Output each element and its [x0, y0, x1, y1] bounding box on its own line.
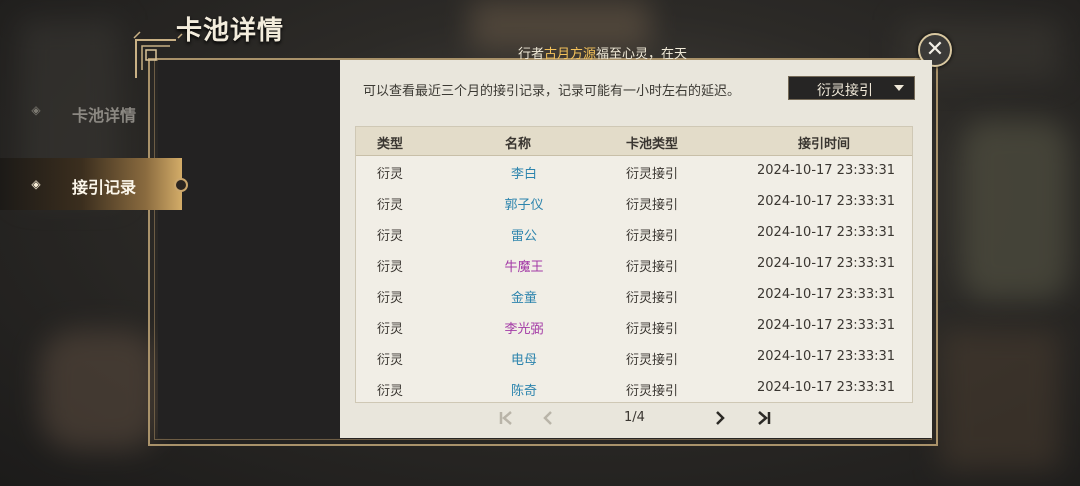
column-header-time: 接引时间	[798, 137, 851, 152]
table-row: 衍灵 李光弼 衍灵接引 2024-10-17 23:33:31	[356, 310, 912, 341]
previous-page-button[interactable]	[540, 410, 556, 426]
table-row: 衍灵 陈奇 衍灵接引 2024-10-17 23:33:31	[356, 372, 912, 403]
sidebar-item-label: 卡池详情	[72, 106, 137, 125]
column-header-name: 名称	[505, 137, 532, 152]
cell-time: 2024-10-17 23:33:31	[757, 380, 896, 395]
close-icon: ✕	[925, 37, 945, 62]
cell-pool: 衍灵接引	[626, 198, 679, 213]
sidebar-item-pool-details[interactable]: ◈ 卡池详情	[0, 88, 182, 138]
sidebar-item-label: 接引记录	[72, 178, 137, 197]
cell-time: 2024-10-17 23:33:31	[757, 194, 896, 209]
column-header-pool: 卡池类型	[626, 137, 679, 152]
cell-pool: 衍灵接引	[626, 167, 679, 182]
next-page-button[interactable]	[712, 410, 728, 426]
chevron-down-icon	[894, 85, 904, 91]
page-title: 卡池详情	[176, 16, 285, 46]
sidebar	[158, 60, 340, 438]
table-row: 衍灵 李白 衍灵接引 2024-10-17 23:33:31	[356, 155, 912, 186]
cell-time: 2024-10-17 23:33:31	[757, 318, 896, 333]
cell-time: 2024-10-17 23:33:31	[757, 287, 896, 302]
active-indicator-icon	[174, 178, 188, 192]
records-table: 类型 名称 卡池类型 接引时间 衍灵 李白 衍灵接引 2024-10-17 23…	[355, 126, 913, 403]
table-row: 衍灵 郭子仪 衍灵接引 2024-10-17 23:33:31	[356, 186, 912, 217]
table-header: 类型 名称 卡池类型 接引时间	[356, 127, 912, 156]
diamond-icon: ◈	[31, 177, 41, 191]
cell-pool: 衍灵接引	[626, 322, 679, 337]
sidebar-item-summon-records[interactable]: ◈ 接引记录	[0, 158, 188, 210]
cell-time: 2024-10-17 23:33:31	[757, 163, 896, 178]
records-notice: 可以查看最近三个月的接引记录，记录可能有一小时左右的延迟。	[363, 84, 741, 99]
cell-pool: 衍灵接引	[626, 260, 679, 275]
cell-pool: 衍灵接引	[626, 229, 679, 244]
cell-time: 2024-10-17 23:33:31	[757, 256, 896, 271]
dropdown-selected: 衍灵接引	[817, 83, 873, 99]
table-row: 衍灵 电母 衍灵接引 2024-10-17 23:33:31	[356, 341, 912, 372]
page-indicator: 1/4	[624, 410, 645, 425]
table-row: 衍灵 金童 衍灵接引 2024-10-17 23:33:31	[356, 279, 912, 310]
table-row: 衍灵 雷公 衍灵接引 2024-10-17 23:33:31	[356, 217, 912, 248]
table-row: 衍灵 牛魔王 衍灵接引 2024-10-17 23:33:31	[356, 248, 912, 279]
cell-pool: 衍灵接引	[626, 384, 679, 399]
cell-pool: 衍灵接引	[626, 353, 679, 368]
background-blur	[960, 120, 1070, 300]
cell-pool: 衍灵接引	[626, 291, 679, 306]
pool-type-dropdown[interactable]: 衍灵接引	[788, 76, 915, 100]
column-header-type: 类型	[377, 137, 404, 152]
cell-time: 2024-10-17 23:33:31	[757, 349, 896, 364]
background-blur	[40, 330, 160, 450]
last-page-button[interactable]	[756, 410, 772, 426]
cell-time: 2024-10-17 23:33:31	[757, 225, 896, 240]
background-blur	[940, 330, 1060, 470]
first-page-button[interactable]	[498, 410, 514, 426]
diamond-icon: ◈	[31, 103, 41, 117]
